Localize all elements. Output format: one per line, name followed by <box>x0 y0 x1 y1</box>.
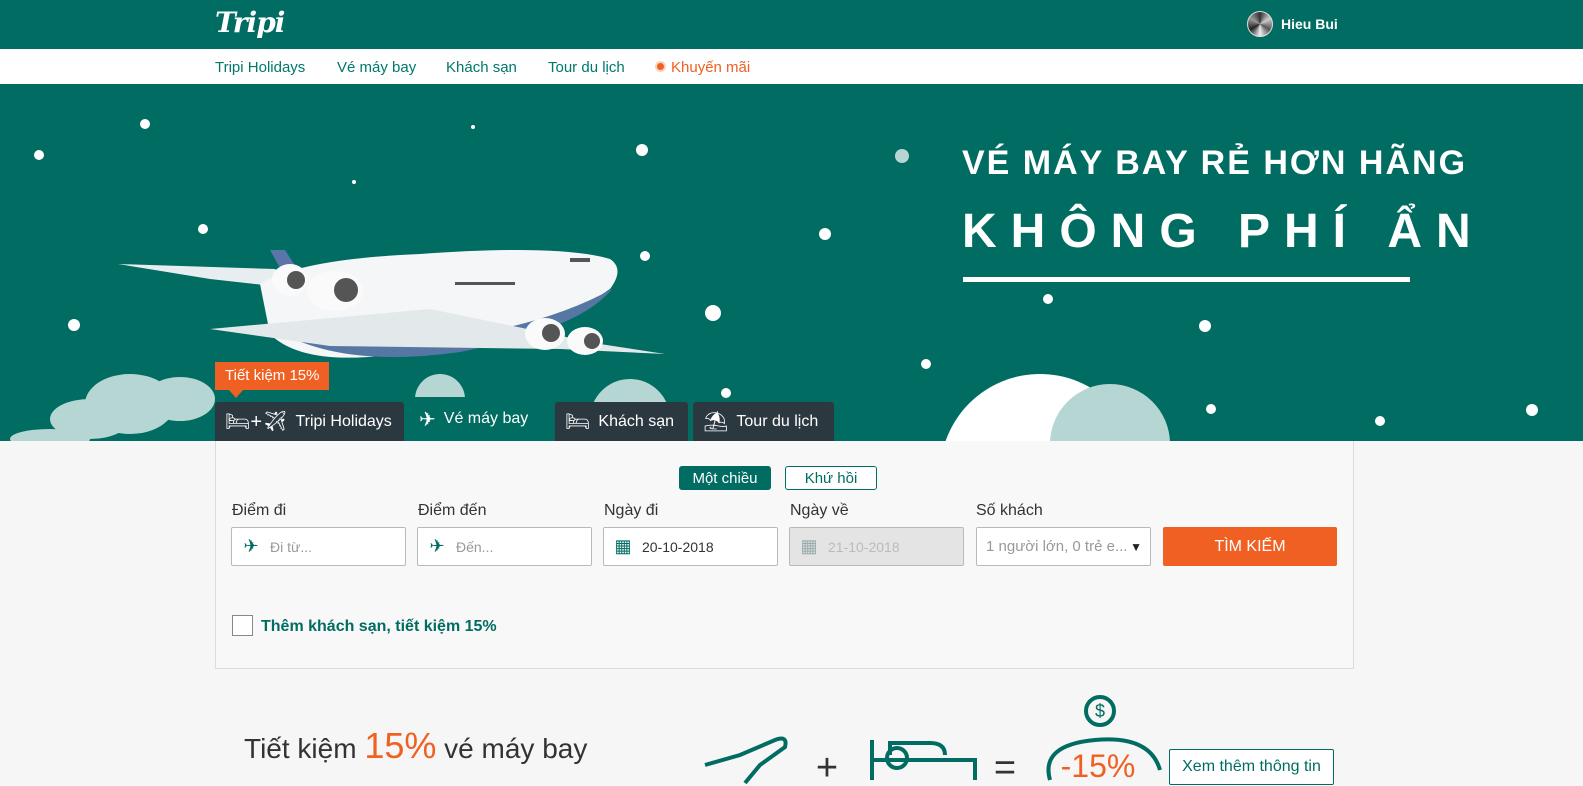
tab-tours[interactable]: ⛱ Tour du lịch <box>693 402 834 441</box>
takeoff-icon: ✈ <box>243 536 259 556</box>
to-input[interactable]: ✈ Đến... <box>417 527 592 566</box>
tab-label: Tripi Holidays <box>295 412 392 430</box>
user-name[interactable]: Hieu Bui <box>1281 16 1338 32</box>
nav-tours[interactable]: Tour du lịch <box>548 59 625 76</box>
to-label: Điểm đến <box>418 502 487 519</box>
depart-label: Ngày đi <box>604 502 659 519</box>
promo-percent: 15% <box>364 725 437 766</box>
chevron-down-icon: ▼ <box>1130 540 1142 554</box>
svg-text:=: = <box>994 747 1016 786</box>
nav-tripi-holidays[interactable]: Tripi Holidays <box>215 59 305 76</box>
round-trip-toggle[interactable]: Khứ hồi <box>785 466 877 490</box>
bed-plus-plane-icon: 🛏+✈ <box>225 411 288 433</box>
hero-subheadline: KHÔNG PHÍ ẨN <box>962 205 1485 258</box>
umbrella-ball-icon: ⛱ <box>703 411 729 433</box>
search-button[interactable]: TÌM KIẾM <box>1163 527 1337 566</box>
one-way-toggle[interactable]: Một chiều <box>679 466 771 490</box>
tab-flights[interactable]: ✈ Vé máy bay <box>409 397 550 441</box>
tab-label: Khách sạn <box>598 412 674 430</box>
tripi-logo[interactable]: Tripi <box>215 6 285 39</box>
tab-hotels[interactable]: 🛏 Khách sạn <box>555 402 688 441</box>
promo-suffix: vé máy bay <box>444 733 588 764</box>
add-hotel-label[interactable]: Thêm khách sạn, tiết kiệm 15% <box>261 618 497 636</box>
nav-promotions[interactable]: Khuyến mãi <box>657 59 750 76</box>
headline-underline <box>963 277 1410 282</box>
svg-text:+: + <box>816 747 838 786</box>
nav-hotels[interactable]: Khách sạn <box>446 59 517 76</box>
promo-headline: Tiết kiệm 15% vé máy bay <box>244 725 587 767</box>
promo-prefix: Tiết kiệm <box>244 733 357 764</box>
promo-dot-icon <box>657 63 664 70</box>
more-info-button[interactable]: Xem thêm thông tin <box>1169 749 1334 785</box>
nav-flights[interactable]: Vé máy bay <box>337 59 416 76</box>
main-nav: Tripi Holidays Vé máy bay Khách sạn Tour… <box>0 49 1583 84</box>
save-badge: Tiết kiệm 15% <box>215 362 330 398</box>
guests-value: 1 người lớn, 0 trẻ e... <box>986 538 1128 555</box>
landing-icon: ✈ <box>429 536 445 556</box>
depart-date-input[interactable]: ▦ 20-10-2018 <box>603 527 778 566</box>
guests-label: Số khách <box>976 502 1043 519</box>
tab-tripi-holidays[interactable]: 🛏+✈ Tripi Holidays <box>215 402 404 441</box>
avatar[interactable] <box>1247 11 1273 37</box>
return-date-value: 21-10-2018 <box>828 538 900 555</box>
svg-text:$: $ <box>1095 701 1105 721</box>
return-date-input: ▦ 21-10-2018 <box>789 527 964 566</box>
hero-headline: VÉ MÁY BAY RẺ HƠN HÃNG <box>962 144 1468 182</box>
tab-label: Vé máy bay <box>443 410 529 427</box>
user-menu[interactable]: Hieu Bui <box>1247 11 1338 37</box>
discount-value: -15% <box>1061 748 1136 784</box>
bed-icon: 🛏 <box>565 411 591 433</box>
nav-promotions-label: Khuyến mãi <box>671 59 751 76</box>
depart-date-value: 20-10-2018 <box>642 538 714 555</box>
tab-label: Tour du lịch <box>736 412 819 430</box>
guests-select[interactable]: 1 người lớn, 0 trẻ e... ▼ <box>976 527 1151 566</box>
from-input[interactable]: ✈ Đi từ... <box>231 527 406 566</box>
top-bar: Tripi Hieu Bui <box>0 0 1583 49</box>
airplane-illustration <box>118 250 665 358</box>
from-label: Điểm đi <box>232 502 287 519</box>
add-hotel-checkbox[interactable] <box>232 615 253 636</box>
promo-formula-illustration: $ + = -15% <box>704 695 1162 786</box>
plane-outline-icon <box>704 736 788 785</box>
plane-icon: ✈ <box>419 408 436 431</box>
to-placeholder: Đến... <box>456 538 494 555</box>
calendar-icon: ▦ <box>614 536 632 556</box>
calendar-icon: ▦ <box>800 536 818 556</box>
from-placeholder: Đi từ... <box>270 538 313 555</box>
return-label: Ngày về <box>790 502 849 519</box>
